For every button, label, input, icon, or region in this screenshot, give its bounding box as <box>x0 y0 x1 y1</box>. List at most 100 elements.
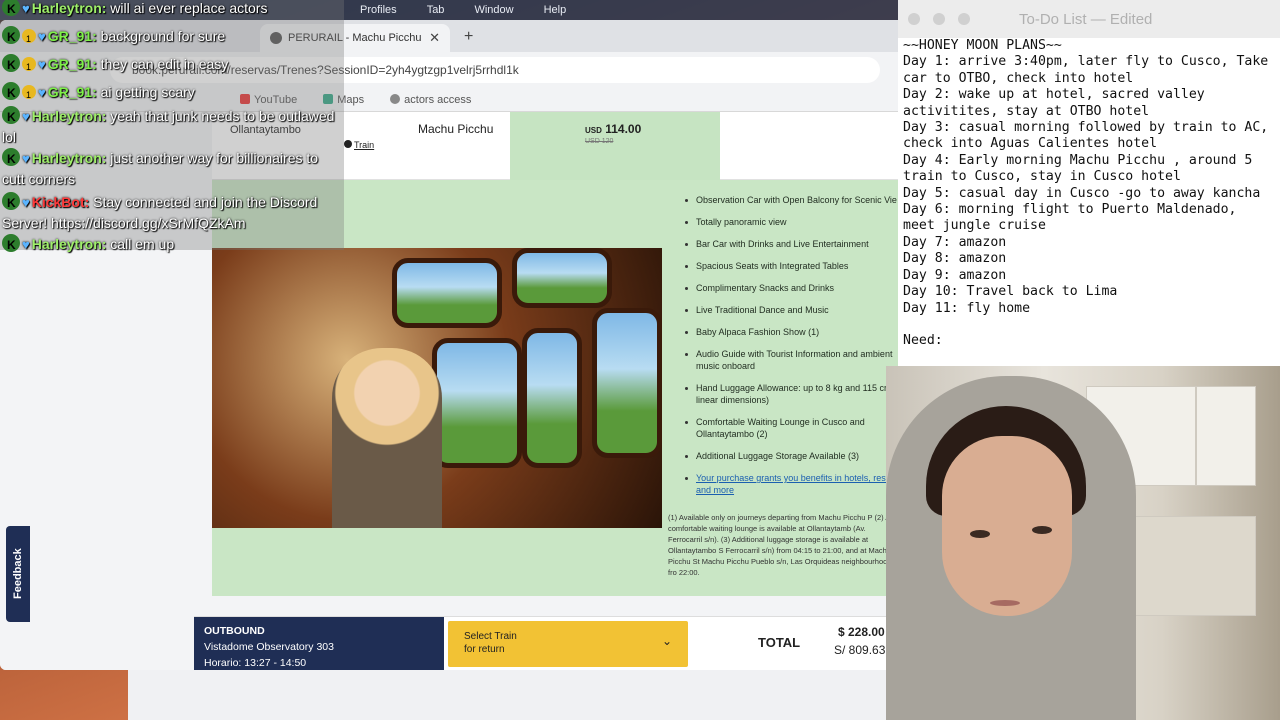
kick-badge-icon <box>2 148 20 169</box>
mouth <box>990 600 1020 606</box>
total-usd: $ 228.00 <box>838 625 885 639</box>
globe-icon <box>390 93 401 104</box>
feature-item: Comfortable Waiting Lounge in Cusco and … <box>684 416 900 440</box>
kitchen-cabinet <box>1196 386 1256 486</box>
window-side <box>592 308 662 458</box>
destination-station: Machu Picchu <box>418 122 494 136</box>
coin-badge-icon <box>22 57 36 77</box>
menu-profiles[interactable]: Profiles <box>360 4 397 16</box>
notes-window-title: To-Do List — Edited <box>1019 10 1153 28</box>
train-interior-photo <box>212 248 662 528</box>
kick-badge-icon <box>2 192 20 213</box>
chat-message: ♥GR_91: ai getting scary <box>2 82 342 105</box>
heart-badge-icon: ♥ <box>22 237 30 252</box>
chat-message: ♥GR_91: background for sure <box>2 26 342 49</box>
outbound-summary: OUTBOUND Vistadome Observatory 303 Horar… <box>194 617 444 670</box>
heart-badge-icon: ♥ <box>38 29 46 44</box>
bookmark-label: actors access <box>404 93 472 106</box>
benefits-link[interactable]: Your purchase grants you benefits in hot… <box>696 473 888 495</box>
kick-badge-icon <box>2 234 20 255</box>
chat-message: ♥Harleytron: call em up <box>2 234 342 255</box>
kick-badge-icon <box>2 26 20 47</box>
kick-badge-icon <box>2 106 20 127</box>
footnotes: (1) Available only on journeys departing… <box>668 513 894 577</box>
zoom-window-icon[interactable] <box>958 13 970 25</box>
old-fare: USD 120 <box>585 138 614 145</box>
train-info-link[interactable]: Train <box>344 140 374 150</box>
notes-window: To-Do List — Edited ~~HONEY MOON PLANS~~… <box>898 0 1280 366</box>
chat-message: ♥KickBot: Stay connected and join the Di… <box>2 192 342 233</box>
outbound-time: Horario: 13:27 - 14:50 <box>204 657 307 669</box>
feedback-tab[interactable]: Feedback <box>6 526 30 622</box>
chat-message: ♥Harleytron: will ai ever replace actors <box>2 0 342 19</box>
info-icon <box>344 140 352 148</box>
total-sol: S/ 809.63 <box>834 643 886 657</box>
notes-titlebar: To-Do List — Edited <box>898 0 1280 38</box>
heart-badge-icon: ♥ <box>22 109 30 124</box>
chat-text: will ai ever replace actors <box>106 0 268 16</box>
feature-item: Live Traditional Dance and Music <box>684 304 900 316</box>
coin-badge-icon <box>22 29 36 49</box>
fare-currency: USD <box>585 126 602 135</box>
train-link-label: Train <box>354 140 375 150</box>
menu-window[interactable]: Window <box>474 4 513 16</box>
select-return-train-button[interactable]: Select Train for return ⌄ <box>448 621 688 667</box>
chat-text: ai getting scary <box>96 84 195 100</box>
chat-text: background for sure <box>96 28 226 44</box>
select-train-line2: for return <box>464 644 505 655</box>
window-skylight <box>392 258 502 328</box>
window-side <box>432 338 522 468</box>
heart-badge-icon: ♥ <box>38 85 46 100</box>
chat-message: ♥Harleytron: yeah that junk needs to be … <box>2 106 342 147</box>
chat-username: Harleytron: <box>31 150 107 166</box>
heart-badge-icon: ♥ <box>22 1 30 16</box>
heart-badge-icon: ♥ <box>22 151 30 166</box>
close-tab-icon[interactable]: ✕ <box>429 30 440 46</box>
coin-badge-icon <box>22 85 36 105</box>
chat-text: they can edit in easy <box>96 56 229 72</box>
kick-badge-icon <box>2 82 20 103</box>
fare-amount: 114.00 <box>605 122 642 136</box>
chat-username: GR_91: <box>47 84 97 100</box>
total-label: TOTAL <box>758 635 801 650</box>
face <box>942 436 1072 616</box>
chat-message: ♥Harleytron: just another way for billio… <box>2 148 342 189</box>
passenger-figure <box>332 348 442 528</box>
window-side <box>522 328 582 468</box>
new-tab-icon[interactable]: + <box>464 28 473 46</box>
chat-username: Harleytron: <box>31 0 107 16</box>
menu-help[interactable]: Help <box>544 4 567 16</box>
menu-tab[interactable]: Tab <box>427 4 445 16</box>
chat-username: GR_91: <box>47 56 97 72</box>
kick-badge-icon <box>2 54 20 75</box>
feature-item: Audio Guide with Tourist Information and… <box>684 348 900 372</box>
right-eye <box>1032 526 1052 534</box>
window-skylight <box>512 248 612 308</box>
chat-message: ♥GR_91: they can edit in easy <box>2 54 342 77</box>
notes-text-area[interactable]: ~~HONEY MOON PLANS~~ Day 1: arrive 3:40p… <box>898 38 1280 350</box>
chevron-down-icon: ⌄ <box>661 634 672 648</box>
feature-item: Additional Luggage Storage Available (3) <box>684 450 900 462</box>
fare-price: USD 114.00 <box>585 122 641 136</box>
bookmark-actors-access[interactable]: actors access <box>390 93 472 106</box>
feature-item: Totally panoramic view <box>684 216 900 228</box>
select-train-line1: Select Train <box>464 631 517 642</box>
left-eye <box>970 530 990 538</box>
background-window-strip <box>128 670 898 720</box>
selected-fare-cell[interactable]: USD 114.00 USD 120 <box>510 112 720 180</box>
kick-badge-icon <box>2 0 20 19</box>
chat-username: GR_91: <box>47 28 97 44</box>
stream-chat-overlay: ♥Harleytron: will ai ever replace actors… <box>0 0 344 255</box>
minimize-window-icon[interactable] <box>933 13 945 25</box>
feature-item: Bar Car with Drinks and Live Entertainme… <box>684 238 900 250</box>
outbound-heading: OUTBOUND <box>204 625 265 637</box>
feature-list: Observation Car with Open Balcony for Sc… <box>684 194 900 506</box>
outbound-train: Vistadome Observatory 303 <box>204 641 334 653</box>
heart-badge-icon: ♥ <box>38 57 46 72</box>
chat-username: KickBot: <box>31 194 90 210</box>
close-window-icon[interactable] <box>908 13 920 25</box>
feature-item: Baby Alpaca Fashion Show (1) <box>684 326 900 338</box>
feature-item: Observation Car with Open Balcony for Sc… <box>684 194 900 206</box>
webcam-feed <box>886 366 1280 720</box>
chat-username: Harleytron: <box>31 236 107 252</box>
